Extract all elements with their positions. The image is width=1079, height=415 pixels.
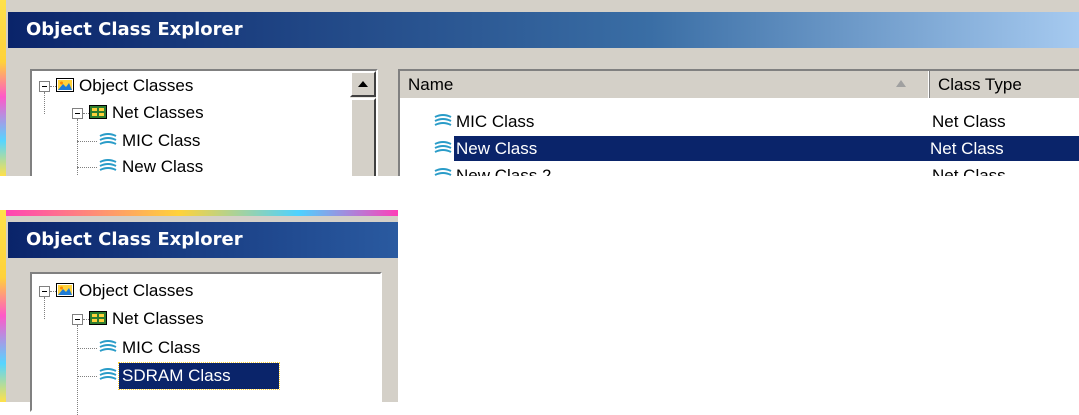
tree-connector [77, 376, 97, 377]
collapse-toggle[interactable] [72, 108, 83, 119]
scroll-up-button[interactable] [350, 71, 376, 97]
window-title: Object Class Explorer [8, 12, 1079, 48]
list-header: Name Class Type [400, 71, 1079, 98]
explorer-screenshot-1: Object Class Explorer Object Classes Net… [0, 0, 1079, 176]
sort-ascending-icon [896, 80, 906, 87]
list-row-selected[interactable]: New Class Net Class [400, 136, 1079, 161]
list-row[interactable]: MIC Class Net Class [400, 109, 1079, 134]
column-header-label: Class Type [938, 75, 1022, 94]
row-name: New Class [456, 139, 538, 158]
list-row[interactable]: New Class 2 Net Class [400, 163, 1079, 176]
collapse-toggle[interactable] [39, 286, 50, 297]
collapse-toggle[interactable] [72, 314, 83, 325]
column-header-class-type[interactable]: Class Type [930, 71, 1079, 98]
tree-item-label: Net Classes [112, 309, 204, 328]
tree-item-net-classes[interactable]: Net Classes [109, 100, 207, 126]
class-list-view[interactable]: Name Class Type MIC Class Net Class New … [398, 69, 1079, 176]
tree-connector [77, 348, 97, 349]
tree-item-object-classes[interactable]: Object Classes [76, 73, 196, 99]
tree-connector [77, 141, 97, 142]
vertical-scrollbar[interactable] [350, 71, 376, 176]
net-class-icon [99, 133, 117, 145]
column-header-label: Name [408, 75, 454, 94]
folder-image-icon [56, 78, 74, 92]
tree-item-mic-class[interactable]: MIC Class [119, 335, 203, 361]
tree-item-sdram-class[interactable]: SDRAM Class [118, 362, 280, 390]
tree-view[interactable]: Object Classes Net Classes MIC Class SDR… [30, 272, 382, 415]
net-class-icon [99, 159, 117, 171]
tree-item-net-classes[interactable]: Net Classes [109, 306, 207, 332]
net-class-icon [434, 168, 452, 176]
folder-image-icon [56, 283, 74, 297]
collapse-toggle[interactable] [39, 81, 50, 92]
net-classes-folder-icon [89, 311, 107, 325]
net-classes-folder-icon [89, 105, 107, 119]
net-class-icon [99, 368, 117, 380]
row-name: New Class 2 [456, 166, 552, 176]
row-name: MIC Class [456, 112, 535, 131]
window-edge [0, 0, 6, 176]
window-edge [0, 210, 6, 402]
selection-highlight: New Class Net Class [454, 136, 1079, 161]
tree-item-mic-class[interactable]: MIC Class [119, 128, 203, 154]
tree-item-label: Object Classes [79, 281, 194, 300]
window-title: Object Class Explorer [8, 222, 398, 258]
tree-item-label: MIC Class [122, 131, 201, 150]
tree-item-object-classes[interactable]: Object Classes [76, 278, 196, 304]
net-class-icon [434, 141, 452, 153]
row-class-type: Net Class [932, 112, 1006, 131]
row-class-type: Net Class [932, 166, 1006, 176]
tree-connector [44, 92, 45, 114]
net-class-icon [434, 114, 452, 126]
tree-connector [44, 297, 45, 319]
tree-item-label-selected: SDRAM Class [118, 362, 280, 390]
tree-connector [77, 167, 97, 168]
tree-item-label: Net Classes [112, 103, 204, 122]
tree-item-label: Object Classes [79, 76, 194, 95]
tree-item-label: MIC Class [122, 338, 201, 357]
row-class-type: Net Class [930, 139, 1004, 158]
net-class-icon [99, 340, 117, 352]
column-header-name[interactable]: Name [400, 71, 930, 98]
scroll-thumb[interactable] [350, 98, 376, 176]
tree-view[interactable]: Object Classes Net Classes MIC Class New… [30, 69, 378, 176]
window-edge [0, 210, 398, 216]
tree-item-label: New Class [122, 157, 204, 176]
tree-item-new-class[interactable]: New Class [119, 154, 206, 176]
